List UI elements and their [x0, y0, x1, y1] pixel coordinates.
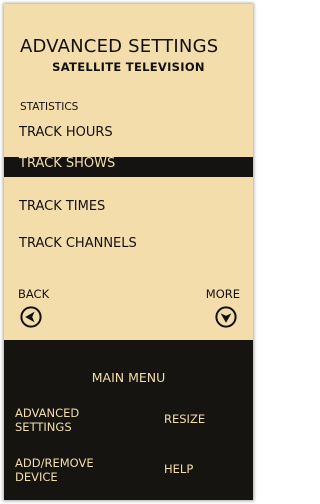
help-button[interactable]: HELP — [164, 462, 193, 476]
arrow-left-circle-icon — [20, 306, 42, 328]
menu-item-track-times[interactable]: TRACK TIMES — [4, 194, 253, 220]
menu-item-track-channels[interactable]: TRACK CHANNELS — [4, 231, 253, 257]
more-button[interactable] — [215, 306, 237, 328]
app-window: ADVANCED SETTINGS SATELLITE TELEVISION S… — [4, 4, 253, 500]
main-menu-panel: MAIN MENU ADVANCED SETTINGS RESIZE ADD/R… — [4, 340, 253, 500]
add-remove-label-line2: DEVICE — [15, 470, 58, 485]
advanced-settings-label-line1: ADVANCED — [15, 406, 80, 420]
menu-item-label: TRACK CHANNELS — [19, 236, 137, 251]
add-remove-label-line1: ADD/REMOVE — [15, 456, 94, 470]
page-title: ADVANCED SETTINGS — [20, 36, 219, 57]
menu-item-label: TRACK SHOWS — [19, 157, 116, 171]
back-button[interactable] — [20, 306, 42, 328]
resize-button[interactable]: RESIZE — [164, 412, 205, 426]
add-remove-device-button[interactable]: ADD/REMOVE DEVICE — [15, 456, 94, 485]
back-label: BACK — [18, 287, 50, 301]
menu-item-track-hours[interactable]: TRACK HOURS — [4, 120, 253, 146]
menu-item-track-shows[interactable]: TRACK SHOWS — [4, 157, 253, 177]
more-label: MORE — [205, 287, 240, 301]
page-subtitle: SATELLITE TELEVISION — [52, 60, 205, 74]
advanced-settings-label-line2: SETTINGS — [15, 420, 72, 435]
menu-item-label: TRACK TIMES — [19, 199, 106, 214]
main-menu-title: MAIN MENU — [91, 370, 166, 385]
section-label-statistics: STATISTICS — [20, 101, 79, 113]
menu-item-label: TRACK HOURS — [19, 125, 113, 140]
advanced-settings-button[interactable]: ADVANCED SETTINGS — [15, 406, 79, 435]
arrow-down-circle-icon — [215, 306, 237, 328]
